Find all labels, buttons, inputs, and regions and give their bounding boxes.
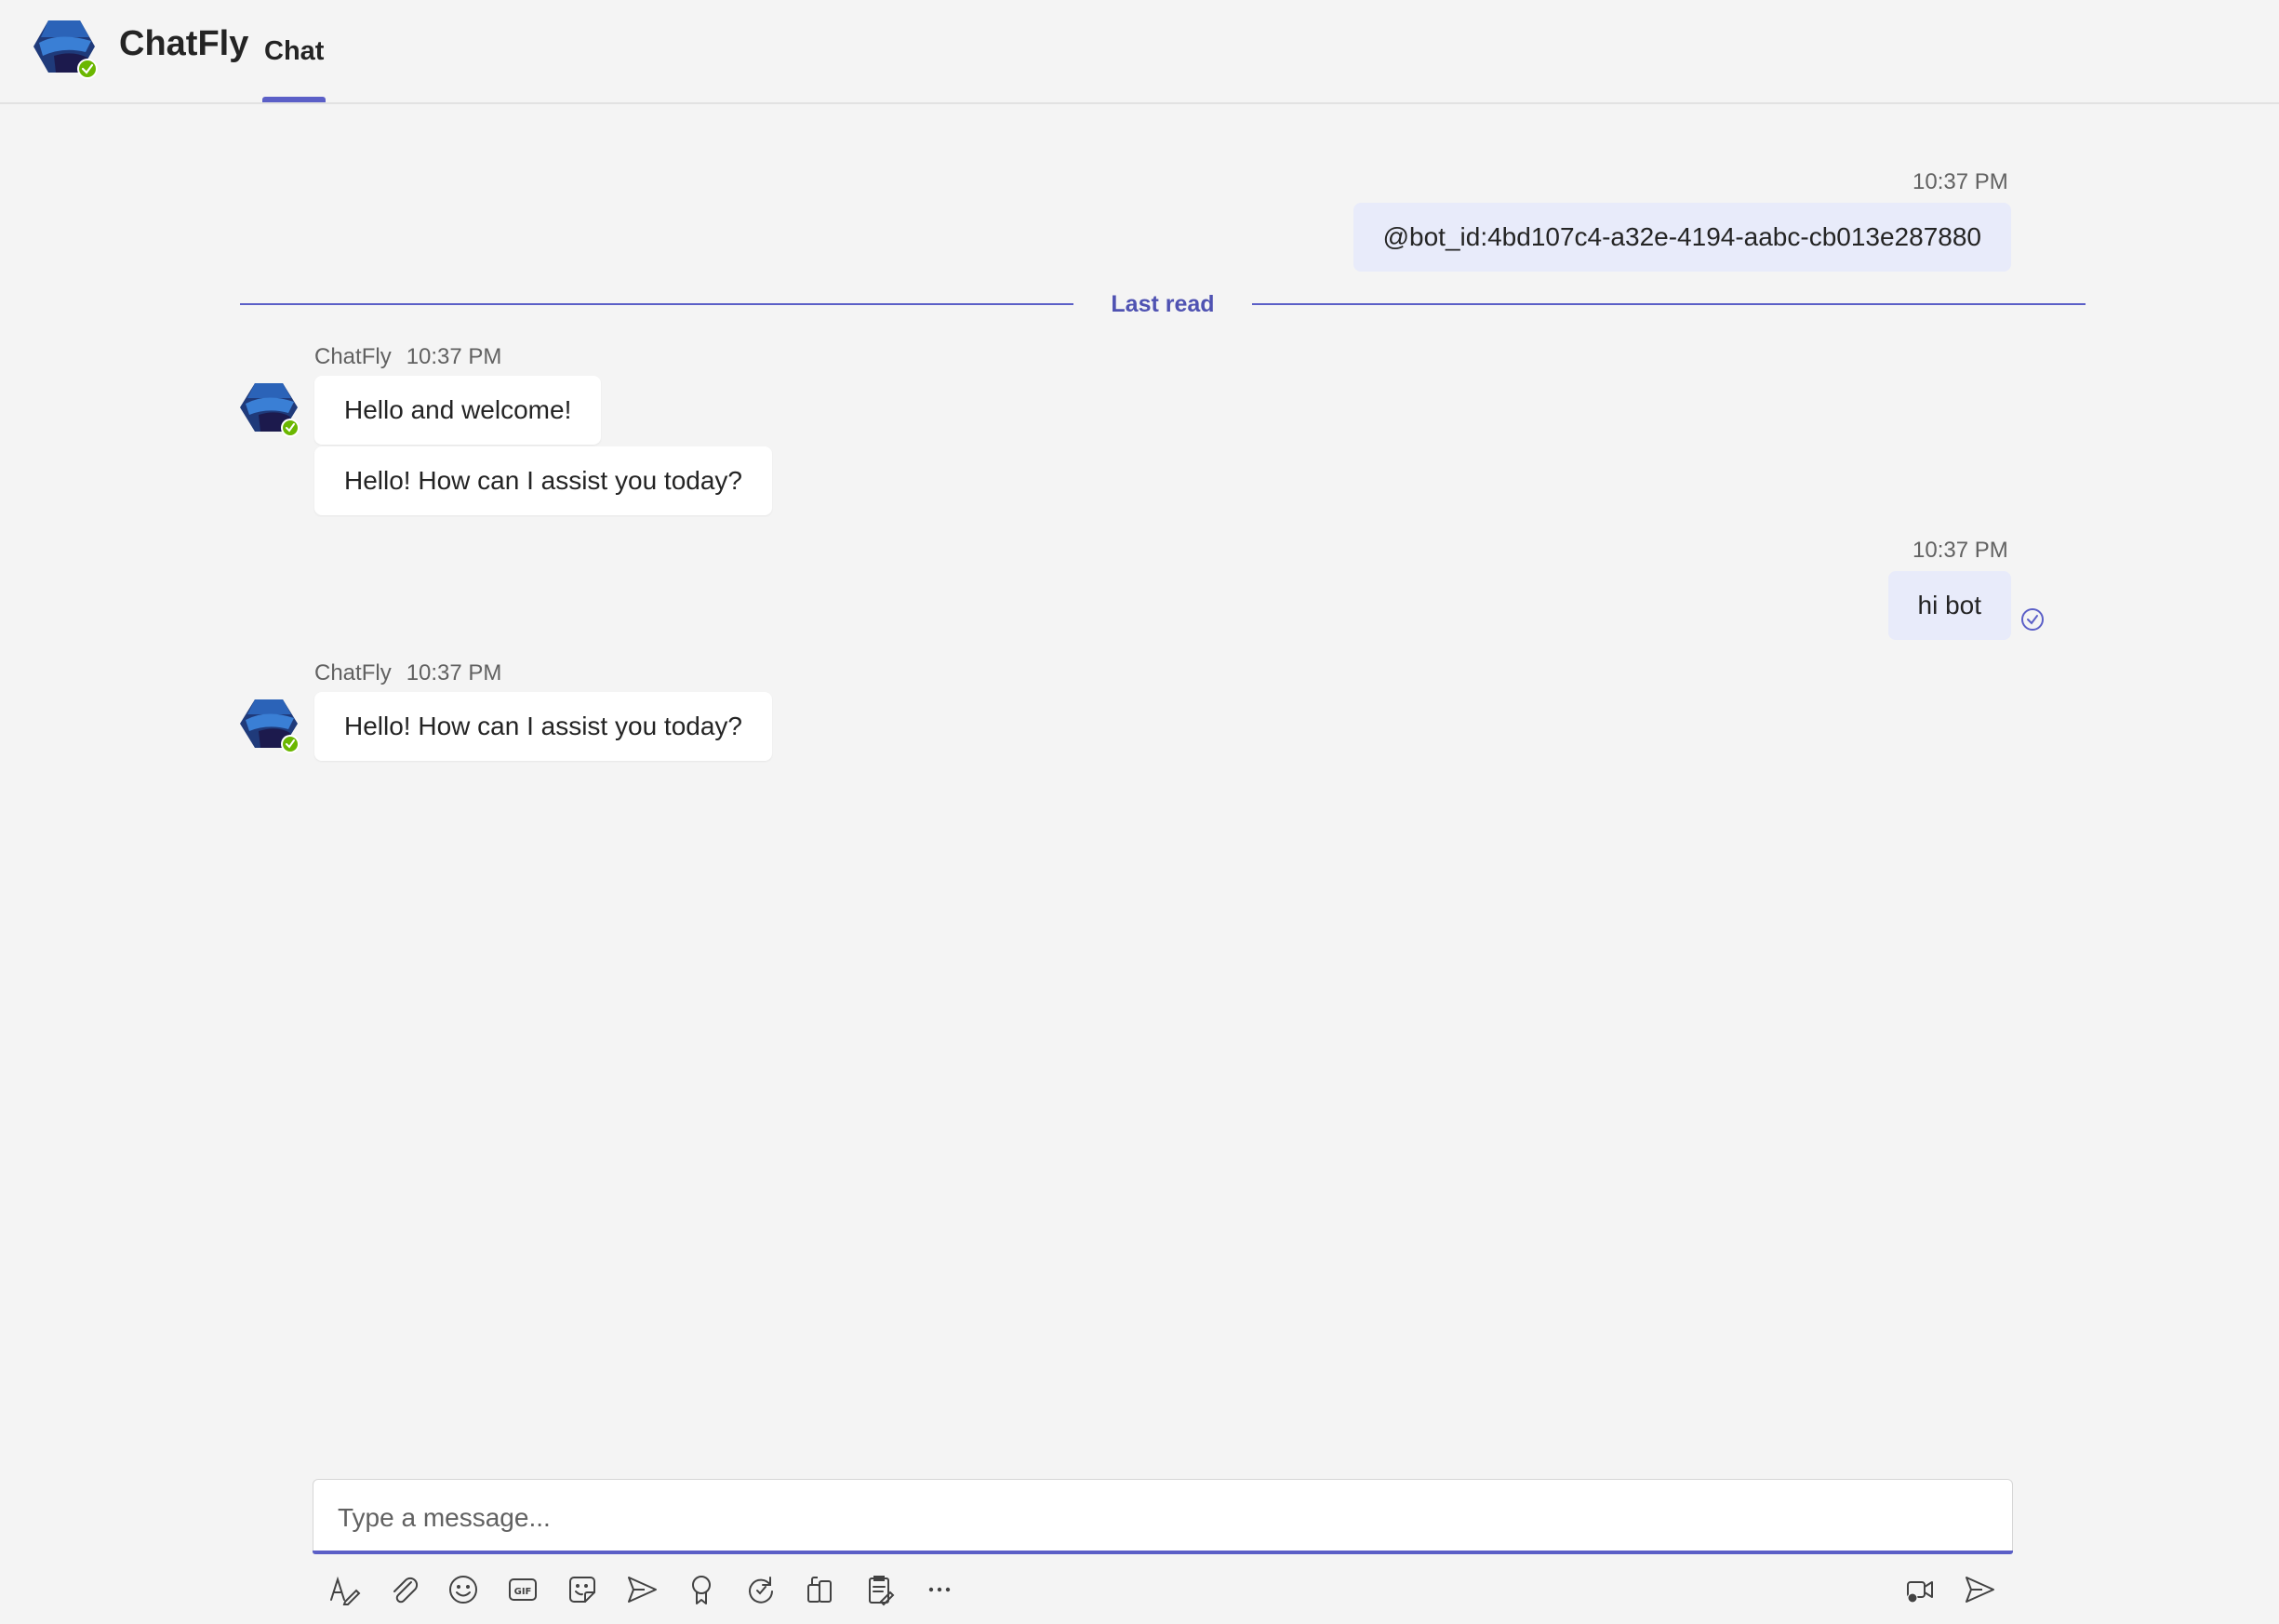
sticker-icon[interactable] [556,1564,608,1615]
compose-toolbar: GIF [313,1564,2013,1615]
praise-icon[interactable] [675,1564,727,1615]
more-icon[interactable] [913,1564,966,1615]
sender-name: ChatFly [314,344,392,369]
bot-sender-row: ChatFly 10:37 PM [314,344,501,370]
sent-message-bubble[interactable]: @bot_id:4bd107c4-a32e-4194-aabc-cb013e28… [1353,203,2011,272]
last-read-label: Last read [1111,291,1215,317]
schedule-send-icon[interactable] [616,1564,668,1615]
app-title: ChatFly [119,24,249,63]
chatfly-logo-icon [33,20,98,79]
bot-message-bubble[interactable]: Hello and welcome! [314,376,602,445]
message-timestamp: 10:37 PM [406,660,502,686]
bot-message-bubble[interactable]: Hello! How can I assist you today? [314,692,772,761]
bot-avatar[interactable] [240,381,300,437]
gif-icon[interactable]: GIF [497,1564,549,1615]
bot-avatar[interactable] [240,698,300,753]
last-read-divider-left [240,303,1073,305]
bot-message-bubble[interactable]: Hello! How can I assist you today? [314,446,772,515]
format-icon[interactable] [318,1564,370,1615]
read-receipt-icon [2021,608,2044,631]
sent-message-bubble[interactable]: hi bot [1887,571,2011,640]
emoji-icon[interactable] [437,1564,489,1615]
message-input[interactable] [336,1480,1977,1556]
compose-box [313,1479,2013,1556]
send-icon[interactable] [1953,1564,2006,1615]
app-header: ChatFly Chat [0,0,2279,104]
attach-icon[interactable] [378,1564,430,1615]
last-read-divider-right [1252,303,2086,305]
video-clip-icon[interactable] [1894,1564,1946,1615]
svg-text:GIF: GIF [514,1587,532,1597]
loop-icon[interactable] [735,1564,787,1615]
message-timestamp: 10:37 PM [406,344,502,369]
notes-icon[interactable] [854,1564,906,1615]
sent-message-timestamp: 10:37 PM [1912,538,2008,563]
sent-message-timestamp: 10:37 PM [1912,169,2008,194]
apps-icon[interactable] [794,1564,846,1615]
tab-chat[interactable]: Chat [262,0,327,102]
sender-name: ChatFly [314,660,392,686]
bot-sender-row: ChatFly 10:37 PM [314,660,501,686]
